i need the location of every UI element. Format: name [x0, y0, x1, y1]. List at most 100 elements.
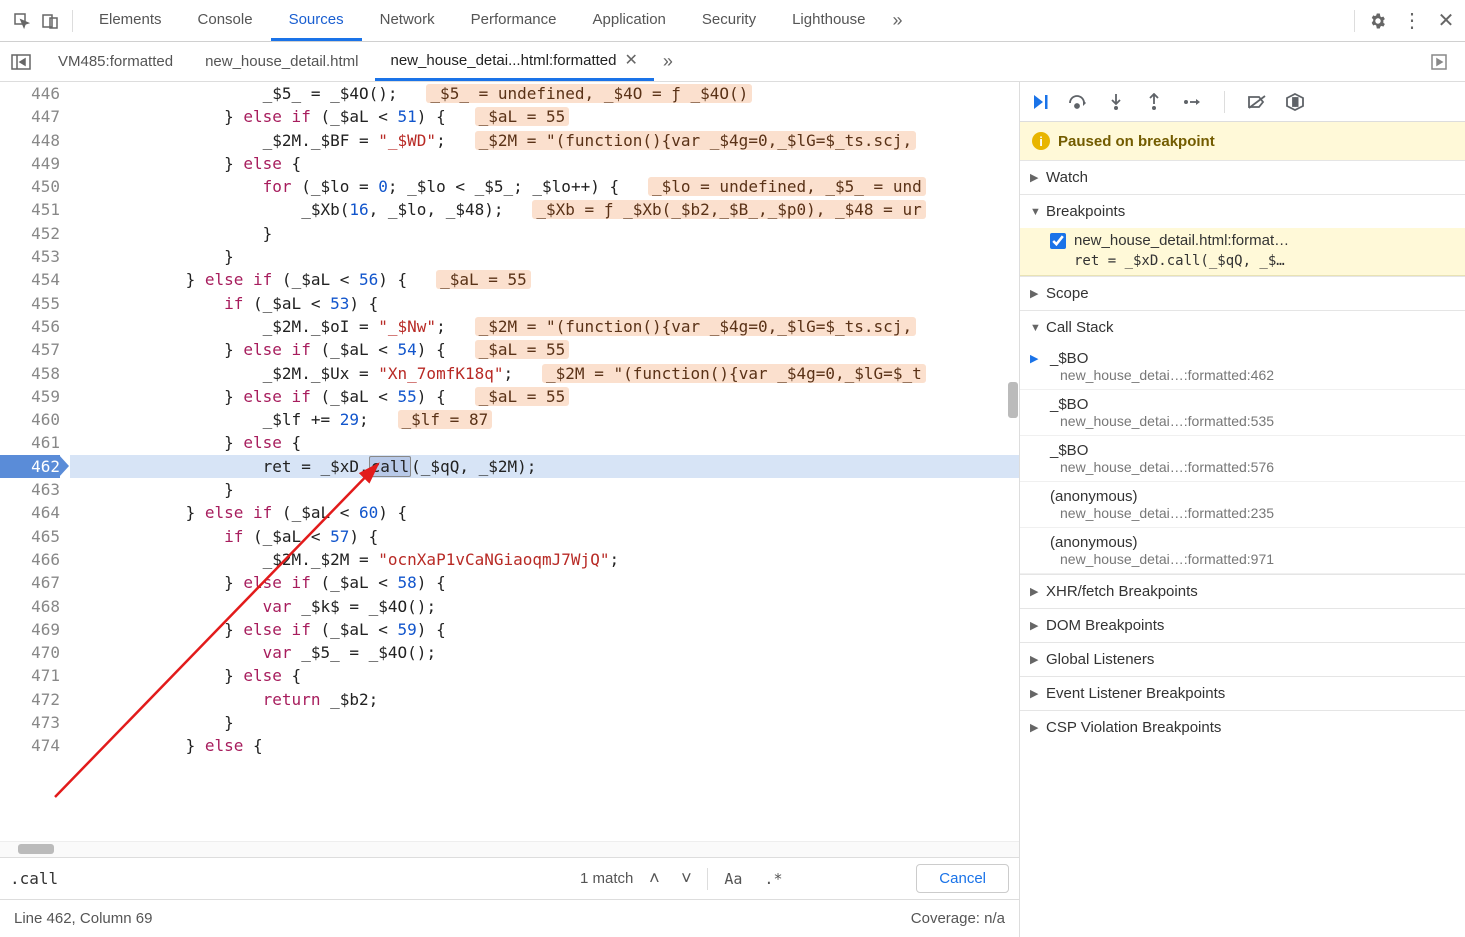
code-line[interactable]: ret = _$xD.call(_$qQ, _$2M); [70, 455, 1019, 478]
code-line[interactable]: } else { [70, 734, 1019, 757]
gutter-line[interactable]: 461 [0, 431, 60, 454]
pause-exceptions-icon[interactable] [1285, 92, 1305, 112]
gutter-line[interactable]: 466 [0, 548, 60, 571]
code-line[interactable]: } else if (_$aL < 55) { _$aL = 55 [70, 385, 1019, 408]
step-into-icon[interactable] [1106, 92, 1126, 112]
gutter-line[interactable]: 472 [0, 688, 60, 711]
stack-frame[interactable]: _$BOnew_house_detai…:formatted:462 [1020, 344, 1465, 390]
code-line[interactable]: } else { [70, 152, 1019, 175]
gutter-line[interactable]: 465 [0, 525, 60, 548]
deactivate-breakpoints-icon[interactable] [1247, 92, 1267, 112]
dom-breakpoints-section[interactable]: ▶DOM Breakpoints [1020, 608, 1465, 642]
gutter-line[interactable]: 474 [0, 734, 60, 757]
regex-toggle[interactable]: .* [758, 870, 788, 888]
code-line[interactable]: if (_$aL < 57) { [70, 525, 1019, 548]
kebab-menu-icon[interactable]: ⋮ [1401, 10, 1423, 32]
gutter-line[interactable]: 470 [0, 641, 60, 664]
code-line[interactable]: } else if (_$aL < 56) { _$aL = 55 [70, 268, 1019, 291]
tab-lighthouse[interactable]: Lighthouse [774, 1, 883, 41]
code-line[interactable]: var _$k$ = _$4O(); [70, 595, 1019, 618]
device-toggle-icon[interactable] [36, 7, 64, 35]
code-line[interactable]: } else if (_$aL < 51) { _$aL = 55 [70, 105, 1019, 128]
settings-icon[interactable] [1367, 10, 1389, 32]
gutter-line[interactable]: 471 [0, 664, 60, 687]
gutter-line[interactable]: 449 [0, 152, 60, 175]
search-prev-icon[interactable]: ˄ [643, 868, 665, 890]
code-line[interactable]: } else { [70, 664, 1019, 687]
gutter-line[interactable]: 453 [0, 245, 60, 268]
gutter-line[interactable]: 462 [0, 455, 60, 478]
code-line[interactable]: _$2M._$BF = "_$WD"; _$2M = "(function(){… [70, 129, 1019, 152]
gutter-line[interactable]: 446 [0, 82, 60, 105]
code-line[interactable]: _$Xb(16, _$lo, _$48); _$Xb = ƒ _$Xb(_$b2… [70, 198, 1019, 221]
file-tab[interactable]: new_house_detail.html [189, 42, 374, 81]
stack-frame[interactable]: _$BOnew_house_detai…:formatted:535 [1020, 390, 1465, 436]
code-line[interactable]: return _$b2; [70, 688, 1019, 711]
gutter-line[interactable]: 469 [0, 618, 60, 641]
breakpoints-section[interactable]: ▼Breakpoints [1020, 194, 1465, 228]
callstack-section[interactable]: ▼Call Stack [1020, 310, 1465, 344]
code-line[interactable]: _$5_ = _$4O(); _$5_ = undefined, _$4O = … [70, 82, 1019, 105]
code-line[interactable]: _$lf += 29; _$lf = 87 [70, 408, 1019, 431]
search-next-icon[interactable]: ˅ [675, 868, 697, 890]
breakpoint-checkbox[interactable] [1050, 233, 1066, 249]
code-line[interactable]: if (_$aL < 53) { [70, 292, 1019, 315]
code-line[interactable]: } else if (_$aL < 59) { [70, 618, 1019, 641]
file-tab[interactable]: new_house_detai...html:formatted✕ [375, 42, 654, 81]
code-line[interactable]: _$2M._$Ux = "Xn_7omfK18q"; _$2M = "(func… [70, 362, 1019, 385]
run-snippet-icon[interactable] [1425, 48, 1453, 76]
gutter-line[interactable]: 448 [0, 129, 60, 152]
file-tab[interactable]: VM485:formatted [42, 42, 189, 81]
code-line[interactable]: for (_$lo = 0; _$lo < _$5_; _$lo++) { _$… [70, 175, 1019, 198]
gutter-line[interactable]: 473 [0, 711, 60, 734]
gutter-line[interactable]: 459 [0, 385, 60, 408]
gutter-line[interactable]: 451 [0, 198, 60, 221]
gutter-line[interactable]: 450 [0, 175, 60, 198]
resume-icon[interactable] [1030, 92, 1050, 112]
tab-network[interactable]: Network [362, 1, 453, 41]
more-file-tabs-icon[interactable]: » [654, 48, 682, 76]
xhr-breakpoints-section[interactable]: ▶XHR/fetch Breakpoints [1020, 574, 1465, 608]
scope-section[interactable]: ▶Scope [1020, 276, 1465, 310]
code-line[interactable]: } [70, 222, 1019, 245]
code-editor[interactable]: 4464474484494504514524534544554564574584… [0, 82, 1020, 937]
more-tabs-icon[interactable]: » [883, 7, 911, 35]
stack-frame[interactable]: (anonymous)new_house_detai…:formatted:23… [1020, 482, 1465, 528]
vertical-scrollbar[interactable] [1005, 82, 1019, 841]
code-line[interactable]: } else if (_$aL < 58) { [70, 571, 1019, 594]
code-line[interactable]: } [70, 478, 1019, 501]
step-over-icon[interactable] [1068, 92, 1088, 112]
close-devtools-icon[interactable]: ✕ [1435, 10, 1457, 32]
gutter-line[interactable]: 456 [0, 315, 60, 338]
close-tab-icon[interactable]: ✕ [624, 50, 637, 70]
gutter-line[interactable]: 457 [0, 338, 60, 361]
code-line[interactable]: _$2M._$oI = "_$Nw"; _$2M = "(function(){… [70, 315, 1019, 338]
stack-frame[interactable]: _$BOnew_house_detai…:formatted:576 [1020, 436, 1465, 482]
match-case-toggle[interactable]: Aa [718, 870, 748, 888]
gutter-line[interactable]: 454 [0, 268, 60, 291]
code-line[interactable]: } [70, 711, 1019, 734]
step-icon[interactable] [1182, 92, 1202, 112]
tab-console[interactable]: Console [180, 1, 271, 41]
event-breakpoints-section[interactable]: ▶Event Listener Breakpoints [1020, 676, 1465, 710]
step-out-icon[interactable] [1144, 92, 1164, 112]
code-line[interactable]: _$2M._$2M = "ocnXaP1vCaNGiaoqmJ7WjQ"; [70, 548, 1019, 571]
search-cancel-button[interactable]: Cancel [916, 864, 1009, 893]
gutter-line[interactable]: 452 [0, 222, 60, 245]
gutter-line[interactable]: 460 [0, 408, 60, 431]
breakpoint-item[interactable]: new_house_detail.html:format… ret = _$xD… [1020, 228, 1465, 276]
search-input[interactable] [10, 869, 570, 888]
inspect-icon[interactable] [8, 7, 36, 35]
code-line[interactable]: var _$5_ = _$4O(); [70, 641, 1019, 664]
gutter-line[interactable]: 468 [0, 595, 60, 618]
csp-breakpoints-section[interactable]: ▶CSP Violation Breakpoints [1020, 710, 1465, 744]
watch-section[interactable]: ▶Watch [1020, 160, 1465, 194]
gutter-line[interactable]: 447 [0, 105, 60, 128]
gutter-line[interactable]: 463 [0, 478, 60, 501]
tab-performance[interactable]: Performance [453, 1, 575, 41]
gutter-line[interactable]: 455 [0, 292, 60, 315]
gutter-line[interactable]: 458 [0, 362, 60, 385]
navigator-toggle-icon[interactable] [0, 42, 42, 81]
global-listeners-section[interactable]: ▶Global Listeners [1020, 642, 1465, 676]
code-line[interactable]: } [70, 245, 1019, 268]
